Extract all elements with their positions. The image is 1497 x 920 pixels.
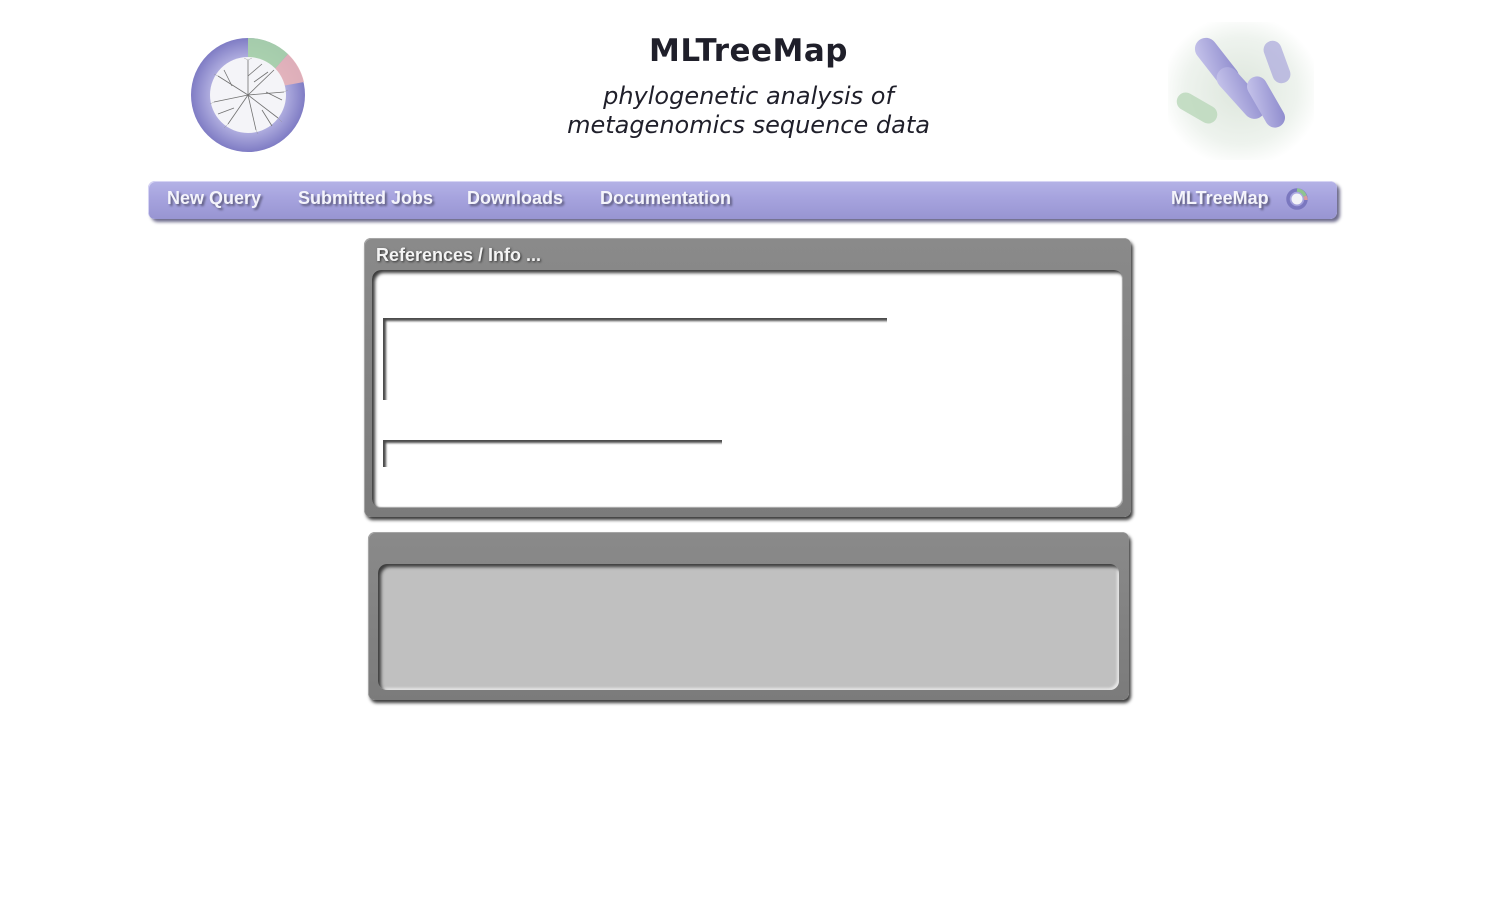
nav-submitted-jobs[interactable]: Submitted Jobs <box>298 188 433 209</box>
nav-downloads[interactable]: Downloads <box>467 188 563 209</box>
nav-documentation[interactable]: Documentation <box>600 188 731 209</box>
reference-block-2 <box>383 440 722 467</box>
nav-new-query[interactable]: New Query <box>167 188 261 209</box>
references-panel: References / Info ... <box>364 238 1131 517</box>
secondary-panel-body <box>378 564 1119 690</box>
page: MLTreeMap phylogenetic analysis of metag… <box>0 0 1497 920</box>
circular-tree-icon[interactable] <box>1286 188 1308 210</box>
nav-mltreemap-home[interactable]: MLTreeMap <box>1171 188 1269 209</box>
bacteria-image <box>1168 22 1314 160</box>
main-nav-bar: New Query Submitted Jobs Downloads Docum… <box>148 181 1337 219</box>
reference-block-1 <box>383 318 887 400</box>
references-panel-title: References / Info ... <box>376 245 542 265</box>
references-panel-body <box>372 270 1123 508</box>
secondary-panel <box>368 532 1129 700</box>
